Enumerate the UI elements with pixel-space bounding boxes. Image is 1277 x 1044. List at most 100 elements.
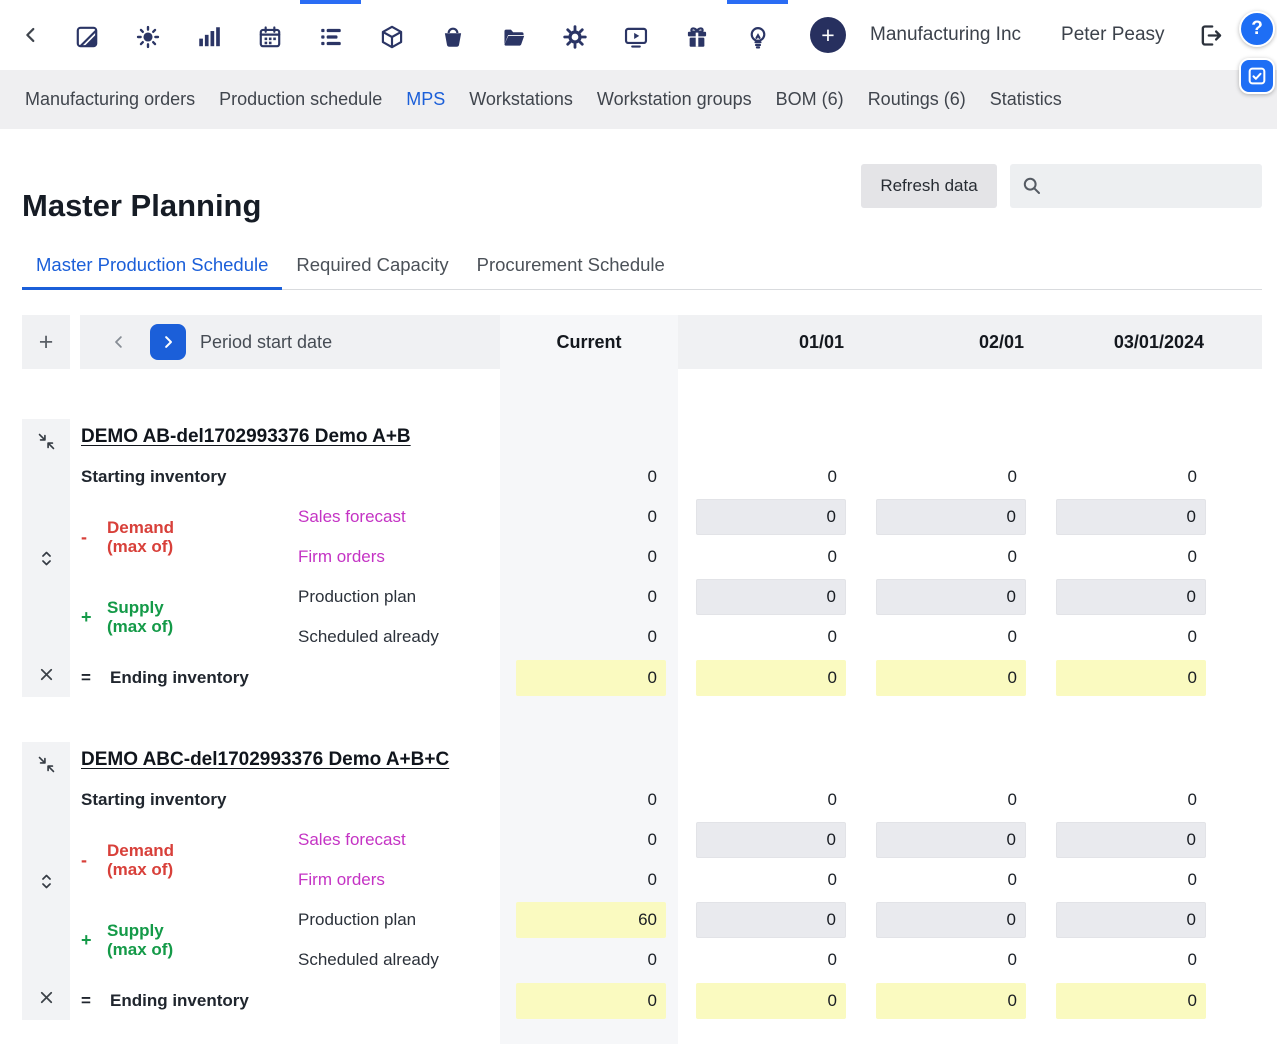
table-row-scheduled: Scheduled already 0 0 0 0 — [22, 940, 1262, 980]
product-link[interactable]: DEMO ABC-del1702993376 Demo A+B+C — [81, 749, 449, 771]
ending-cell: 0 — [876, 983, 1026, 1019]
help-button[interactable]: ? — [1239, 11, 1275, 47]
forecast-input[interactable] — [876, 499, 1026, 535]
forecast-input[interactable] — [696, 822, 846, 858]
header-band: Period start date Current 01/01 02/01 03… — [80, 315, 1262, 369]
value-cell: 0 — [648, 830, 657, 850]
collapse-button[interactable] — [37, 755, 56, 774]
firm-orders-link[interactable]: Firm orders — [298, 870, 385, 890]
period-next-button[interactable] — [150, 324, 186, 360]
app-tile-statistics[interactable] — [178, 0, 239, 70]
column-header-0301: 03/01/2024 — [1056, 315, 1206, 369]
ending-cell: 0 — [696, 983, 846, 1019]
period-prev-button[interactable] — [106, 315, 132, 369]
add-product-button[interactable]: + — [22, 315, 70, 369]
nav-statistics[interactable]: Statistics — [990, 89, 1062, 110]
page-title: Master Planning — [22, 188, 261, 224]
equals-sign: = — [81, 991, 91, 1011]
app-tile-documents[interactable] — [483, 0, 544, 70]
logout-button[interactable] — [1197, 22, 1224, 49]
table-row-ending-inventory: = Ending inventory 0 0 0 0 — [22, 980, 1262, 1022]
refresh-data-button[interactable]: Refresh data — [861, 164, 997, 208]
plan-cell-highlight: 60 — [516, 902, 666, 938]
table-row-starting-inventory: Starting inventory 0 0 0 0 — [22, 457, 1262, 497]
nav-routings[interactable]: Routings (6) — [868, 89, 966, 110]
forecast-input[interactable] — [876, 822, 1026, 858]
checkbox-icon — [1246, 65, 1268, 87]
value-cell: 0 — [828, 627, 837, 647]
plus-glyph: + — [821, 24, 834, 47]
value-cell: 0 — [828, 870, 837, 890]
app-tile-items[interactable] — [361, 0, 422, 70]
app-tile-mps-active[interactable] — [300, 0, 361, 70]
value-cell: 0 — [1008, 547, 1017, 567]
value-cell: 0 — [1008, 950, 1017, 970]
gift-icon — [684, 24, 710, 50]
back-button[interactable] — [16, 15, 46, 55]
demand-label-block: - Demand(max of) — [81, 820, 174, 900]
demand-label: Demand — [107, 518, 174, 537]
forecast-input[interactable] — [1056, 822, 1206, 858]
plan-input[interactable] — [696, 579, 846, 615]
value-cell: 0 — [1188, 467, 1197, 487]
list-icon — [318, 24, 344, 50]
sales-forecast-link[interactable]: Sales forecast — [298, 830, 406, 850]
collapse-icon — [37, 432, 56, 451]
forecast-input[interactable] — [696, 499, 846, 535]
row-label-scheduled: Scheduled already — [298, 627, 439, 647]
app-tile-reports[interactable] — [56, 0, 117, 70]
tab-master-production-schedule[interactable]: Master Production Schedule — [22, 241, 282, 289]
app-tile-crm[interactable] — [117, 0, 178, 70]
sales-forecast-link[interactable]: Sales forecast — [298, 507, 406, 527]
add-new-button[interactable]: + — [810, 17, 846, 53]
plan-input[interactable] — [876, 579, 1026, 615]
app-tile-demo-videos[interactable] — [605, 0, 666, 70]
nav-manufacturing-orders[interactable]: Manufacturing orders — [25, 89, 195, 110]
row-label-production-plan: Production plan — [298, 587, 416, 607]
value-cell: 0 — [1008, 870, 1017, 890]
forecast-input[interactable] — [1056, 499, 1206, 535]
table-row-sales-forecast: Sales forecast 0 — [22, 820, 1262, 860]
value-cell: 0 — [648, 627, 657, 647]
company-name[interactable]: Manufacturing Inc — [870, 24, 1021, 46]
app-tile-calendar[interactable] — [239, 0, 300, 70]
app-tile-referral[interactable] — [666, 0, 727, 70]
app-launcher — [56, 0, 788, 70]
value-cell: 0 — [648, 507, 657, 527]
product-group: DEMO ABC-del1702993376 Demo A+B+C Starti… — [22, 740, 1262, 1022]
module-nav: Manufacturing orders Production schedule… — [0, 70, 1277, 129]
plan-input[interactable] — [696, 902, 846, 938]
nav-mps[interactable]: MPS — [406, 89, 445, 110]
tab-required-capacity[interactable]: Required Capacity — [282, 241, 462, 289]
plus-sign: + — [81, 607, 107, 628]
tab-procurement-schedule[interactable]: Procurement Schedule — [463, 241, 679, 289]
app-tile-settings[interactable] — [544, 0, 605, 70]
nav-production-schedule[interactable]: Production schedule — [219, 89, 382, 110]
user-name[interactable]: Peter Peasy — [1061, 24, 1165, 46]
demand-sublabel: (max of) — [107, 537, 173, 556]
nav-workstation-groups[interactable]: Workstation groups — [597, 89, 752, 110]
supply-label: Supply — [107, 598, 164, 617]
search-input[interactable] — [1050, 175, 1244, 197]
collapse-button[interactable] — [37, 432, 56, 451]
app-tile-procurement[interactable] — [422, 0, 483, 70]
table-row-ending-inventory: = Ending inventory 0 0 0 0 — [22, 657, 1262, 699]
product-link[interactable]: DEMO AB-del1702993376 Demo A+B — [81, 426, 411, 448]
row-label-ending: Ending inventory — [110, 668, 249, 688]
supply-sublabel: (max of) — [107, 940, 173, 959]
table-row-production-plan: Production plan 0 — [22, 577, 1262, 617]
firm-orders-link[interactable]: Firm orders — [298, 547, 385, 567]
ending-cell: 0 — [876, 660, 1026, 696]
video-player-icon — [623, 24, 649, 50]
plan-input[interactable] — [876, 902, 1026, 938]
sub-tabs: Master Production Schedule Required Capa… — [22, 241, 1262, 290]
collapse-icon — [37, 755, 56, 774]
diagonal-square-icon — [74, 24, 100, 50]
sun-icon — [135, 24, 161, 50]
app-tile-tips[interactable] — [727, 0, 788, 70]
tasks-button[interactable] — [1239, 58, 1275, 94]
nav-bom[interactable]: BOM (6) — [776, 89, 844, 110]
plan-input[interactable] — [1056, 579, 1206, 615]
nav-workstations[interactable]: Workstations — [469, 89, 573, 110]
plan-input[interactable] — [1056, 902, 1206, 938]
